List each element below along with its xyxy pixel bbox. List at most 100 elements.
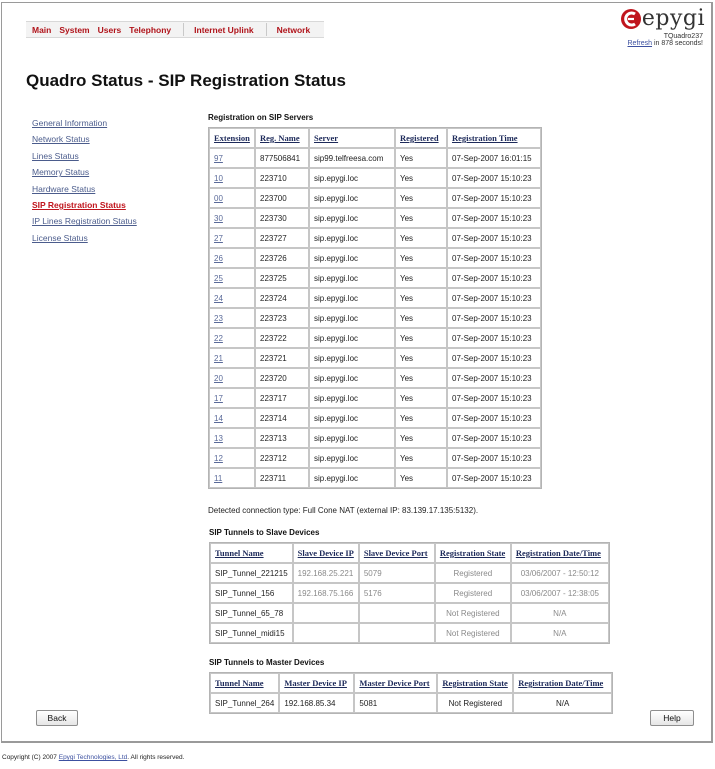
table-cell: Yes [395, 168, 447, 188]
nav-internet-uplink[interactable]: Internet Uplink [194, 25, 254, 35]
column-header[interactable]: Master Device IP [279, 673, 355, 693]
nav-system[interactable]: System [59, 25, 89, 35]
sidebar-item-lines-status[interactable]: Lines Status [32, 148, 182, 164]
table-cell: 223722 [255, 328, 309, 348]
table-cell: 223725 [255, 268, 309, 288]
extension-link[interactable]: 00 [214, 194, 223, 203]
extension-link[interactable]: 26 [214, 254, 223, 263]
column-header[interactable]: Server [309, 128, 395, 148]
device-model: TQuadro237 [663, 33, 703, 40]
main-content: Registration on SIP Servers Extension Re… [208, 113, 613, 714]
nav-network[interactable]: Network [277, 25, 311, 35]
table-cell: 21 [209, 348, 255, 368]
table-cell: sip.epygi.loc [309, 448, 395, 468]
nav-telephony[interactable]: Telephony [129, 25, 171, 35]
table-cell: 03/06/2007 - 12:38:05 [510, 583, 609, 603]
back-button[interactable]: Back [36, 710, 78, 726]
top-navigation: Main System Users Telephony Internet Upl… [26, 21, 325, 38]
table-cell: sip.epygi.loc [309, 348, 395, 368]
table-cell: SIP_Tunnel_65_78 [210, 603, 293, 623]
table-cell: 07-Sep-2007 15:10:23 [447, 328, 541, 348]
extension-link[interactable]: 27 [214, 234, 223, 243]
extension-link[interactable]: 24 [214, 294, 223, 303]
extension-link[interactable]: 21 [214, 354, 223, 363]
table-cell: 30 [209, 208, 255, 228]
extension-link[interactable]: 17 [214, 394, 223, 403]
table-row: SIP_Tunnel_264 192.168.85.34 5081 Not Regis… [210, 693, 612, 713]
table-cell: Yes [395, 288, 447, 308]
nav-users[interactable]: Users [98, 25, 122, 35]
column-header[interactable]: Registration Date/Time [510, 543, 609, 563]
refresh-countdown: in 878 seconds! [652, 40, 703, 47]
table-cell: 223717 [255, 388, 309, 408]
table-cell: 5079 [358, 563, 435, 583]
extension-link[interactable]: 97 [214, 154, 223, 163]
table-row: 23 223723 sip.epygi.loc Yes 07-Sep-2007 15:1… [209, 308, 541, 328]
extension-link[interactable]: 30 [214, 214, 223, 223]
sidebar-item-network-status[interactable]: Network Status [32, 131, 182, 147]
table-cell: 07-Sep-2007 15:10:23 [447, 208, 541, 228]
table-row: 14 223714 sip.epygi.loc Yes 07-Sep-2007 15:1… [209, 408, 541, 428]
column-header[interactable]: Extension [209, 128, 255, 148]
table-row: 17 223717 sip.epygi.loc Yes 07-Sep-2007 15:1… [209, 388, 541, 408]
sidebar-item-sip-registration-status[interactable]: SIP Registration Status [32, 197, 182, 213]
sidebar-item-general-information[interactable]: General Information [32, 115, 182, 131]
extension-link[interactable]: 20 [214, 374, 223, 383]
column-header[interactable]: Registration State [437, 673, 514, 693]
table-cell: 5176 [358, 583, 435, 603]
table-cell: sip99.telfreesa.com [309, 148, 395, 168]
sidebar-item-memory-status[interactable]: Memory Status [32, 164, 182, 180]
table-cell: 07-Sep-2007 16:01:15 [447, 148, 541, 168]
help-button[interactable]: Help [650, 710, 694, 726]
extension-link[interactable]: 14 [214, 414, 223, 423]
table-cell: 17 [209, 388, 255, 408]
column-header[interactable]: Master Device Port [354, 673, 438, 693]
table-cell: SIP_Tunnel_221215 [210, 563, 293, 583]
nav-main[interactable]: Main [32, 25, 51, 35]
sidebar-item-hardware-status[interactable]: Hardware Status [32, 181, 182, 197]
extension-link[interactable]: 25 [214, 274, 223, 283]
table-cell: sip.epygi.loc [309, 308, 395, 328]
table-cell: 877506841 [255, 148, 309, 168]
sidebar-item-license-status[interactable]: License Status [32, 230, 182, 246]
column-header[interactable]: Registered [395, 128, 447, 148]
extension-link[interactable]: 10 [214, 174, 223, 183]
table-cell: Not Registered [437, 693, 514, 713]
table-cell: 223711 [255, 468, 309, 488]
sidebar-item-ip-lines-registration-status[interactable]: IP Lines Registration Status [32, 213, 182, 229]
table-cell: 25 [209, 268, 255, 288]
refresh-status: Refresh in 878 seconds! [595, 40, 704, 47]
column-header[interactable]: Slave Device Port [358, 543, 435, 563]
extension-link[interactable]: 22 [214, 334, 223, 343]
extension-link[interactable]: 12 [214, 454, 223, 463]
company-link[interactable]: Epygi Technologies, Ltd [59, 754, 128, 761]
table-cell: 27 [209, 228, 255, 248]
column-header[interactable]: Reg. Name [255, 128, 309, 148]
table-cell: 223721 [255, 348, 309, 368]
column-header[interactable]: Tunnel Name [210, 673, 280, 693]
table-row: 26 223726 sip.epygi.loc Yes 07-Sep-2007 15:1… [209, 248, 541, 268]
table-cell: sip.epygi.loc [309, 188, 395, 208]
table-row: 25 223725 sip.epygi.loc Yes 07-Sep-2007 15:1… [209, 268, 541, 288]
extension-link[interactable]: 13 [214, 434, 223, 443]
column-header[interactable]: Registration Date/Time [513, 673, 612, 693]
refresh-link[interactable]: Refresh [628, 40, 653, 47]
slave-tunnels-title: SIP Tunnels to Slave Devices [209, 528, 320, 537]
extension-link[interactable]: 23 [214, 314, 223, 323]
table-cell: Yes [395, 368, 447, 388]
table-cell: 07-Sep-2007 15:10:23 [447, 408, 541, 428]
table-cell: 192.168.25.221 [292, 563, 359, 583]
table-cell: sip.epygi.loc [309, 408, 395, 428]
column-header[interactable]: Slave Device IP [292, 543, 359, 563]
master-tunnels-table: Tunnel Name Master Device IP Master Devi… [209, 672, 613, 714]
column-header[interactable]: Registration State [434, 543, 511, 563]
extension-link[interactable]: 11 [214, 474, 222, 483]
table-cell: sip.epygi.loc [309, 208, 395, 228]
column-header[interactable]: Tunnel Name [210, 543, 293, 563]
table-cell [292, 623, 359, 643]
table-row: 00 223700 sip.epygi.loc Yes 07-Sep-2007 15:1… [209, 188, 541, 208]
brand-logo: epygi TQuadro237 Refresh in 878 seconds! [595, 8, 705, 47]
column-header[interactable]: Registration Time [447, 128, 541, 148]
table-row: 12 223712 sip.epygi.loc Yes 07-Sep-2007 15:1… [209, 448, 541, 468]
table-cell: 07-Sep-2007 15:10:23 [447, 388, 541, 408]
